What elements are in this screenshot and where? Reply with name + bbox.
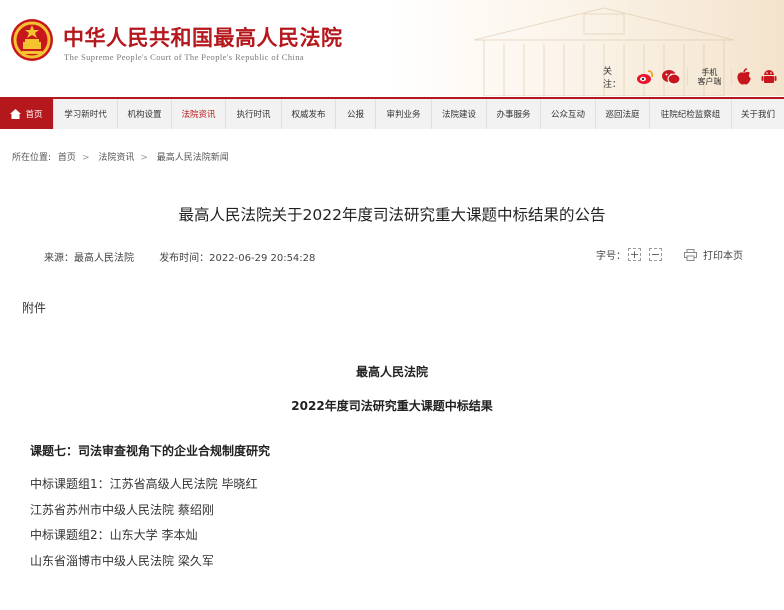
printer-icon <box>684 248 697 261</box>
follow-label: 关注： <box>603 67 622 90</box>
font-increase-button[interactable]: + <box>628 248 641 261</box>
apple-icon[interactable] <box>734 66 755 88</box>
print-label: 打印本页 <box>703 251 743 262</box>
font-decrease-button[interactable]: − <box>649 248 662 261</box>
android-icon[interactable] <box>759 66 780 88</box>
nav-item-public-interaction[interactable]: 公众互动 <box>541 99 596 129</box>
breadcrumb-court-news[interactable]: 法院资讯 <box>98 153 134 163</box>
nav-item-discipline-inspection[interactable]: 驻院纪检监察组 <box>650 99 732 129</box>
result-line: 中标课题组1：江苏省高级人民法院 毕晓红 <box>30 477 258 491</box>
result-line: 山东省淄博市中级人民法院 梁久军 <box>30 554 214 568</box>
divider <box>687 68 689 86</box>
home-icon <box>10 109 22 119</box>
attachment-label: 附件 <box>22 301 47 315</box>
font-size-label: 字号： <box>596 251 626 262</box>
court-name: 最高人民法院 <box>355 365 428 379</box>
article-publish-time: 发布时间：2022-06-29 20:54:28 <box>159 253 316 264</box>
article-source: 来源：最高人民法院 <box>44 253 134 264</box>
nav-item-enforcement[interactable]: 执行时讯 <box>226 99 282 129</box>
nav-item-releases[interactable]: 权威发布 <box>282 99 336 129</box>
topic-heading: 课题七：司法审查视角下的企业合规制度研究 <box>30 444 271 458</box>
article-meta: 来源：最高人民法院 发布时间：2022-06-29 20:54:28 <box>44 249 319 264</box>
nav-item-circuit-courts[interactable]: 巡回法庭 <box>596 99 650 129</box>
divider <box>730 68 732 86</box>
nav-item-trial-affairs[interactable]: 审判业务 <box>376 99 432 129</box>
wechat-icon[interactable] <box>660 66 681 88</box>
breadcrumb-spc-news[interactable]: 最高人民法院新闻 <box>157 153 229 163</box>
nav-label: 首页 <box>25 110 43 120</box>
print-button[interactable]: 打印本页 <box>684 247 743 262</box>
nav-item-court-building[interactable]: 法院建设 <box>432 99 487 129</box>
mobile-label-line1: 手机 <box>701 68 718 77</box>
site-subtitle: The Supreme People's Court of The People… <box>64 52 305 62</box>
breadcrumb-separator: > <box>140 153 148 163</box>
follow-bar: 关注： 手机 客户端 <box>603 64 784 90</box>
nav-item-court-news[interactable]: 法院资讯 <box>172 99 226 129</box>
result-line: 江苏省苏州市中级人民法院 蔡绍刚 <box>30 503 214 517</box>
breadcrumb-home[interactable]: 首页 <box>58 153 76 163</box>
breadcrumb-separator: > <box>81 153 90 163</box>
site-title[interactable]: 中华人民共和国最高人民法院 <box>63 22 343 52</box>
result-line: 中标课题组2：山东大学 李本灿 <box>30 528 198 542</box>
main-nav: 首页 学习新时代 机构设置 法院资讯 执行时讯 权威发布 公报 审判业务 法院建… <box>0 97 784 129</box>
nav-item-home[interactable]: 首页 <box>0 99 54 129</box>
mobile-label-line2: 客户端 <box>697 77 722 86</box>
nav-item-services[interactable]: 办事服务 <box>487 99 541 129</box>
site-header: 中华人民共和国最高人民法院 The Supreme People's Court… <box>0 0 784 96</box>
result-title: 2022年度司法研究重大课题中标结果 <box>291 399 493 413</box>
article-title: 最高人民法院关于2022年度司法研究重大课题中标结果的公告 <box>178 206 606 224</box>
breadcrumb: 所在位置: 首页 > 法院资讯 > 最高人民法院新闻 <box>12 150 233 163</box>
national-emblem-icon <box>11 19 53 61</box>
nav-item-study[interactable]: 学习新时代 <box>54 99 118 129</box>
mobile-client-link[interactable]: 手机 客户端 <box>694 68 725 86</box>
breadcrumb-prefix: 所在位置: <box>12 153 52 163</box>
nav-item-about-us[interactable]: 关于我们 <box>732 99 784 129</box>
weibo-icon[interactable] <box>635 66 656 88</box>
nav-item-organization[interactable]: 机构设置 <box>118 99 172 129</box>
nav-item-gazette[interactable]: 公报 <box>336 99 376 129</box>
article-tools: 字号： + − 打印本页 <box>596 247 743 262</box>
